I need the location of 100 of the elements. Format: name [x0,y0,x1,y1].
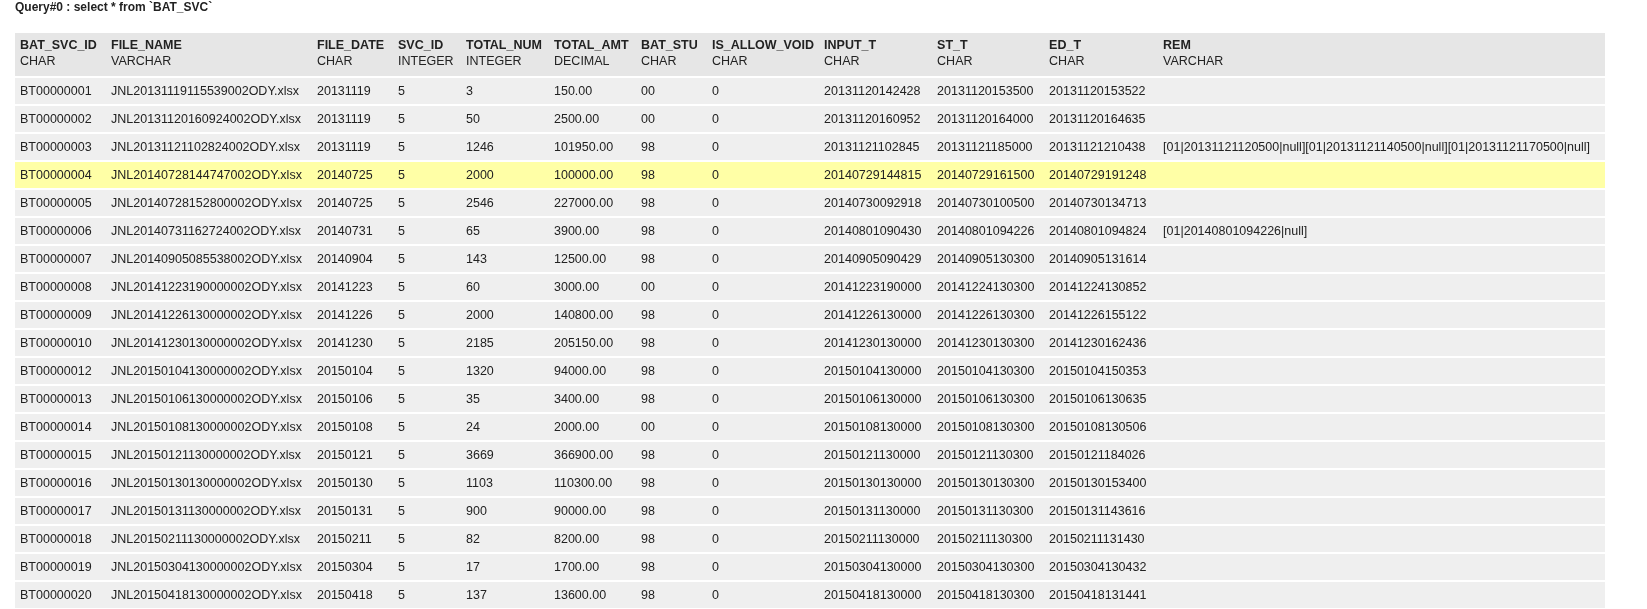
table-row[interactable]: BT00000014 JNL20150108130000002ODY.xlsx 20150108 5 24 2000.00 00 0 20150108130000 20150108130300 20150108130506 [15,413,1605,441]
table-cell: 20150130153400 [1049,476,1147,490]
table-cell: 20150121184026 [1049,448,1146,462]
table-cell: JNL20141226130000002ODY.xlsx [111,308,302,322]
table-cell: 98 [641,252,655,266]
table-row[interactable]: BT00000015 JNL20150121130000002ODY.xlsx 20150121 5 3669 366900.00 98 0 20150121130000 20150121130300 20150121184026 [15,441,1605,469]
column-name: BAT_SVC_ID [20,37,98,53]
table-cell: BT00000018 [20,532,92,546]
table-cell: 60 [466,280,480,294]
table-cell: 5 [398,420,405,434]
table-cell: 20150211 [317,532,372,546]
table-cell: 0 [712,308,719,322]
column-type: CHAR [712,53,749,69]
table-cell: 3669 [466,448,494,462]
table-row[interactable]: BT00000008 JNL20141223190000002ODY.xlsx 20141223 5 60 3000.00 00 0 20141223190000 20141224130300 20141224130852 [15,273,1605,301]
table-cell: 20131119 [317,112,371,126]
table-cell: 98 [641,168,655,182]
table-row[interactable]: BT00000010 JNL20141230130000002ODY.xlsx 20141230 5 2185 205150.00 98 0 20141230130000 20141230130300 20141230162436 [15,329,1605,357]
table-cell: 20131120160952 [824,112,921,126]
table-cell: 98 [641,364,655,378]
table-row[interactable]: BT00000002 JNL20131120160924002ODY.xlsx 20131119 5 50 2500.00 00 0 20131120160952 20131120164000 20131120164635 [15,105,1605,133]
table-cell: 1700.00 [554,560,600,574]
table-row[interactable]: BT00000003 JNL20131121102824002ODY.xlsx 20131119 5 1246 101950.00 98 0 20131121102845 20131121185000 20131121210438 [01|20131121120500|null][01|20131121140500|null][01|20131121170500|null] [15,133,1605,161]
table-cell: BT00000020 [20,588,92,602]
table-cell: 5 [398,364,405,378]
table-cell: BT00000005 [20,196,92,210]
column-name: ST_T [937,37,969,53]
table-cell: 20141230162436 [1049,336,1147,350]
column-type: VARCHAR [111,53,173,69]
table-cell: JNL20150121130000002ODY.xlsx [111,448,301,462]
column-name: BAT_STU [641,37,699,53]
table-cell: 20140801094226 [937,224,1035,238]
table-cell: BT00000015 [20,448,92,462]
column-type: DECIMAL [554,53,611,69]
table-cell: 110300.00 [554,476,613,490]
table-cell: 20140905131614 [1049,252,1147,266]
table-cell: 3900.00 [554,224,600,238]
table-cell: 20131120153500 [937,84,1034,98]
table-cell: 5 [398,448,405,462]
table-cell: 20131121210438 [1049,140,1146,154]
table-row[interactable]: BT00000013 JNL20150106130000002ODY.xlsx 20150106 5 35 3400.00 98 0 20150106130000 20150106130300 20150106130635 [15,385,1605,413]
table-cell: BT00000012 [20,364,92,378]
table-row[interactable]: BT00000018 JNL20150211130000002ODY.xlsx 20150211 5 82 8200.00 98 0 20150211130000 20150211130300 20150211131430 [15,525,1605,553]
table-cell: 20141224130852 [1049,280,1147,294]
table-cell: 20141224130300 [937,280,1035,294]
table-cell: [01|20140801094226|null] [1163,224,1308,238]
table-cell: 35 [466,392,480,406]
table-cell: 20131119 [317,84,371,98]
column-type: CHAR [641,53,678,69]
table-cell: 20150418130300 [937,588,1035,602]
table-cell: 0 [712,588,719,602]
table-cell: 20141226130300 [937,308,1035,322]
table-cell: 20150131130000 [824,504,921,518]
table-cell: 20150106130300 [937,392,1035,406]
table-row[interactable]: BT00000009 JNL20141226130000002ODY.xlsx 20141226 5 2000 140800.00 98 0 20141226130000 20141226130300 20141226155122 [15,301,1605,329]
table-cell: 98 [641,224,655,238]
table-row[interactable]: BT00000006 JNL20140731162724002ODY.xlsx 20140731 5 65 3900.00 98 0 20140801090430 20140801094226 20140801094824 [01|20140801094226|null] [15,217,1605,245]
column-type: VARCHAR [1163,53,1225,69]
table-cell: JNL20140728152800002ODY.xlsx [111,196,302,210]
table-cell: 20140801090430 [824,224,922,238]
table-cell: 20150131143616 [1049,504,1146,518]
table-row[interactable]: BT00000016 JNL20150130130000002ODY.xlsx 20150130 5 1103 110300.00 98 0 20150130130000 20150130130300 20150130153400 [15,469,1605,497]
table-row[interactable]: BT00000001 JNL20131119115539002ODY.xlsx 20131119 5 3 150.00 00 0 20131120142428 20131120153500 20131120153522 [15,77,1605,105]
table-row[interactable]: BT00000019 JNL20150304130000002ODY.xlsx 20150304 5 17 1700.00 98 0 20150304130000 20150304130300 20150304130432 [15,553,1605,581]
table-cell: 5 [398,112,405,126]
table-cell: 1320 [466,364,494,378]
table-cell: 17 [466,560,480,574]
table-cell: 0 [712,112,719,126]
table-cell: 20140730100500 [937,196,1035,210]
table-cell: JNL20131119115539002ODY.xlsx [111,84,300,98]
table-cell: 20131120164000 [937,112,1034,126]
table-row[interactable]: BT00000004 JNL20140728144747002ODY.xlsx 20140725 5 2000 100000.00 98 0 20140729144815 20140729161500 20140729191248 [15,161,1605,189]
table-cell: 50 [466,112,480,126]
table-cell: 20150304130432 [1049,560,1147,574]
table-cell: BT00000001 [20,84,92,98]
table-row[interactable]: BT00000007 JNL20140905085538002ODY.xlsx 20140904 5 143 12500.00 98 0 20140905090429 20140905130300 20140905131614 [15,245,1605,273]
table-cell: 20150304130000 [824,560,922,574]
table-cell: 0 [712,560,719,574]
table-cell: 0 [712,224,719,238]
table-row[interactable]: BT00000017 JNL20150131130000002ODY.xlsx 20150131 5 900 90000.00 98 0 20150131130000 20150131130300 20150131143616 [15,497,1605,525]
table-cell: 0 [712,140,719,154]
table-row[interactable]: BT00000005 JNL20140728152800002ODY.xlsx 20140725 5 2546 227000.00 98 0 20140730092918 20140730100500 20140730134713 [15,189,1605,217]
table-cell: 1246 [466,140,494,154]
table-cell: 12500.00 [554,252,607,266]
table-cell: 20140730134713 [1049,196,1147,210]
table-row[interactable]: BT00000020 JNL20150418130000002ODY.xlsx 20150418 5 137 13600.00 98 0 20150418130000 20150418130300 20150418131441 [15,581,1605,609]
table-cell: 5 [398,392,405,406]
column-type: CHAR [20,53,57,69]
table-cell: 20150304130300 [937,560,1035,574]
table-cell: 20150418 [317,588,373,602]
table-cell: 100000.00 [554,168,614,182]
table-cell: 20150108130300 [937,420,1035,434]
table-cell: 101950.00 [554,140,614,154]
table-cell: 20150131130300 [937,504,1034,518]
table-cell: 20140801094824 [1049,224,1147,238]
table-row[interactable]: BT00000012 JNL20150104130000002ODY.xlsx 20150104 5 1320 94000.00 98 0 20150104130000 20150104130300 20150104150353 [15,357,1605,385]
table-cell: 20131120142428 [824,84,921,98]
table-cell: 20150108130506 [1049,420,1147,434]
table-cell: 150.00 [554,84,593,98]
table-cell: BT00000016 [20,476,92,490]
